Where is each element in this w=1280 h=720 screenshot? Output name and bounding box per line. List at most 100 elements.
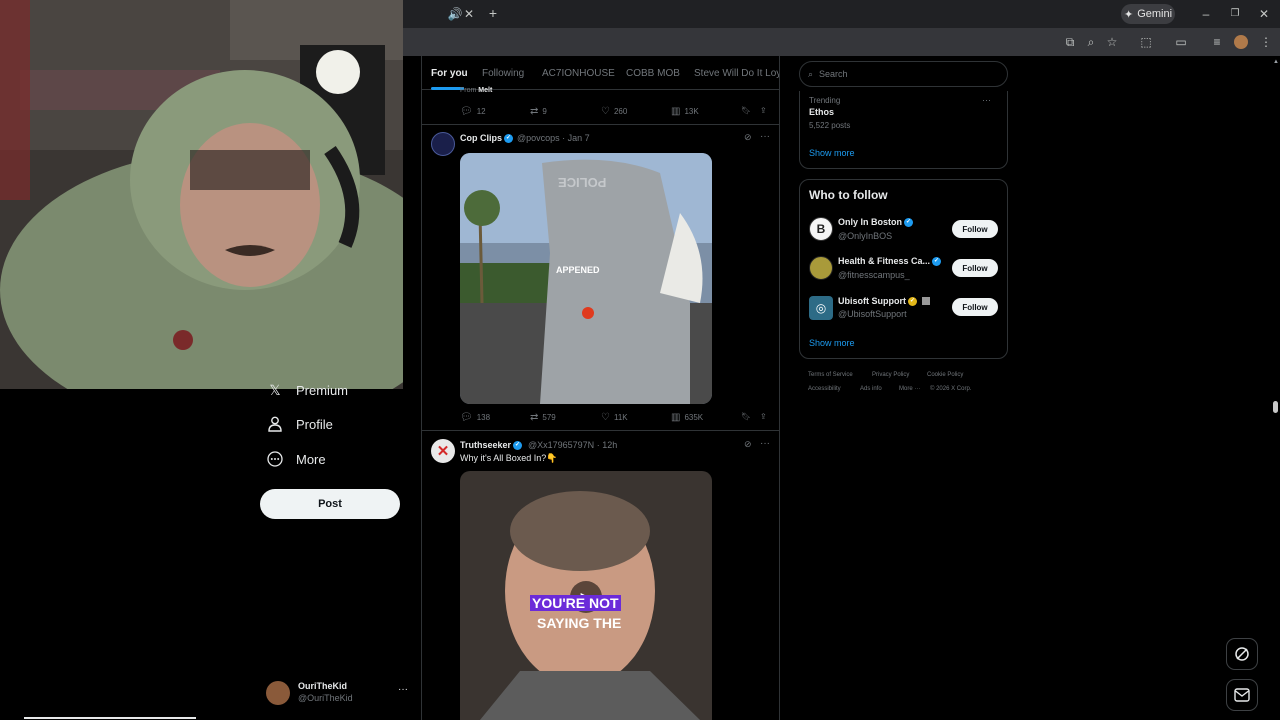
search-input[interactable] xyxy=(819,69,990,79)
more-dots-icon[interactable]: ··· xyxy=(982,95,991,105)
avatar[interactable]: ◎ xyxy=(809,296,833,320)
nav-label: Premium xyxy=(296,382,349,398)
author-name: Truthseeker xyxy=(460,440,512,450)
grok-float-button[interactable] xyxy=(1226,638,1258,670)
zoom-icon[interactable]: ⌕ xyxy=(1083,35,1099,49)
profile-avatar[interactable] xyxy=(1234,35,1248,49)
grok-icon xyxy=(1235,647,1249,661)
grok-icon[interactable]: ⊘ xyxy=(744,439,752,450)
views-stat[interactable]: ▥ 13K xyxy=(671,106,699,117)
tweet-author[interactable]: Cop Clips ✓ xyxy=(460,133,515,144)
footer-link-privacy[interactable]: Privacy Policy xyxy=(872,372,909,378)
nav-item-premium[interactable]: 𝕏 Premium xyxy=(266,381,348,399)
person-icon xyxy=(266,415,284,433)
reply-stat[interactable]: 💬︎ 12 xyxy=(460,106,486,117)
tweet-author[interactable]: Truthseeker ✓ xyxy=(460,440,524,451)
trending-label: Trending xyxy=(809,96,841,105)
reply-count: 138 xyxy=(476,413,491,422)
verified-badge-icon: ✓ xyxy=(908,297,917,307)
timeline-tabs: For you Following AC7IONHOUSE COBB MOB S… xyxy=(422,56,779,90)
install-app-icon[interactable]: ⧉ xyxy=(1062,35,1078,49)
restore-icon[interactable]: ❐ xyxy=(1227,7,1243,21)
more-circle-icon xyxy=(266,450,284,468)
new-tab-icon[interactable]: + xyxy=(485,6,501,20)
like-stat[interactable]: ♡ 11K xyxy=(601,412,628,423)
avatar[interactable] xyxy=(809,256,833,280)
show-more-link[interactable]: Show more xyxy=(809,148,855,158)
tab-steve-will-do-it[interactable]: Steve Will Do It Loyal xyxy=(694,68,779,79)
reply-icon: 💬︎ xyxy=(460,412,473,423)
video-caption-line: SAYING THE xyxy=(537,615,622,631)
browser-tab-strip: 🔊 ✕ + ✦ Gemini – ❐ ✕ xyxy=(403,0,1280,28)
split-view-icon[interactable]: ▭ xyxy=(1173,35,1189,49)
footer-link-ads-info[interactable]: Ads info xyxy=(860,386,882,392)
trending-topic[interactable]: Ethos xyxy=(809,107,834,117)
like-stat[interactable]: ♡ 260 xyxy=(601,106,627,117)
like-count: 11K xyxy=(613,413,628,422)
share-icon[interactable]: ⇪ xyxy=(760,106,767,115)
nav-item-profile[interactable]: Profile xyxy=(266,415,333,433)
search-bar[interactable]: ⌕ xyxy=(799,61,1008,87)
heart-icon: ♡ xyxy=(601,412,610,423)
page-scrollbar[interactable]: ▲ xyxy=(1271,57,1280,720)
footer-link-accessibility[interactable]: Accessibility xyxy=(808,386,841,392)
account-name[interactable]: Ubisoft Support ✓ xyxy=(838,296,930,307)
follow-button[interactable]: Follow xyxy=(952,298,998,316)
tab-cobb-mob[interactable]: COBB MOB xyxy=(626,68,680,79)
follow-button[interactable]: Follow xyxy=(952,220,998,238)
tab-ac7ionhouse[interactable]: AC7IONHOUSE xyxy=(542,68,615,79)
avatar[interactable] xyxy=(431,132,455,156)
footer-link-more[interactable]: More ··· xyxy=(899,386,920,392)
account-name-text: Health & Fitness Ca... xyxy=(838,256,931,266)
divider xyxy=(422,124,779,125)
footer-copyright: © 2026 X Corp. xyxy=(930,386,972,392)
verified-badge-icon: ✓ xyxy=(932,257,942,267)
webcam-image xyxy=(0,0,403,389)
avatar[interactable]: ✕ xyxy=(431,439,455,463)
tweet-video[interactable]: ▶ YOU'RE NOT SAYING THE xyxy=(460,471,712,720)
extensions-icon[interactable]: ⬚ xyxy=(1138,35,1154,49)
scroll-up-icon[interactable]: ▲ xyxy=(1273,59,1279,65)
more-dots-icon: ··· xyxy=(398,684,408,695)
tab-following[interactable]: Following xyxy=(482,68,524,79)
bookmark-star-icon[interactable]: ☆ xyxy=(1104,35,1120,49)
trending-panel: Trending ··· Ethos 5,522 posts Show more xyxy=(799,91,1008,169)
share-icon[interactable]: ⇪ xyxy=(760,412,767,421)
account-name[interactable]: Only In Boston ✓ xyxy=(838,217,915,228)
scroll-thumb[interactable] xyxy=(1273,401,1278,413)
gemini-button[interactable]: ✦ Gemini xyxy=(1121,4,1175,24)
account-name[interactable]: Health & Fitness Ca... ✓ xyxy=(838,256,943,267)
footer-link-cookie[interactable]: Cookie Policy xyxy=(927,372,963,378)
more-dots-icon[interactable]: ··· xyxy=(760,438,770,449)
close-icon[interactable]: ✕ xyxy=(1256,7,1272,21)
timeline: For you Following AC7IONHOUSE COBB MOB S… xyxy=(421,56,780,720)
footer-link-terms[interactable]: Terms of Service xyxy=(808,372,853,378)
repost-stat[interactable]: ⇄ 9 xyxy=(530,106,547,117)
messages-float-button[interactable] xyxy=(1226,679,1258,711)
show-more-link[interactable]: Show more xyxy=(809,338,855,348)
account-handle: @UbisoftSupport xyxy=(838,309,907,319)
media-controls-icon[interactable]: ≡ xyxy=(1209,35,1225,49)
tab-close-icon[interactable]: ✕ xyxy=(461,7,477,21)
tweet-video[interactable]: POLICE APPENED xyxy=(460,153,712,404)
heart-icon: ♡ xyxy=(601,106,610,117)
minimize-icon[interactable]: – xyxy=(1198,7,1214,21)
video-frame-image xyxy=(460,153,712,404)
views-stat[interactable]: ▥ 635K xyxy=(671,412,703,423)
menu-kebab-icon[interactable]: ⋮ xyxy=(1258,35,1274,49)
tweet-meta: @Xx17965797N · 12h xyxy=(528,440,618,450)
tab-for-you[interactable]: For you xyxy=(431,68,468,79)
grok-icon[interactable]: ⊘ xyxy=(744,132,752,143)
reply-stat[interactable]: 💬︎ 138 xyxy=(460,412,490,423)
account-switcher[interactable]: OuriTheKid @OuriTheKid ··· xyxy=(266,679,416,707)
avatar[interactable]: B xyxy=(809,217,833,241)
bookmark-icon[interactable]: 🔖︎ xyxy=(741,106,751,115)
follow-button[interactable]: Follow xyxy=(952,259,998,277)
avatar xyxy=(266,681,290,705)
bookmark-icon[interactable]: 🔖︎ xyxy=(741,412,751,421)
repost-stat[interactable]: ⇄ 579 xyxy=(530,412,556,423)
trending-count: 5,522 posts xyxy=(809,121,851,130)
post-button[interactable]: Post xyxy=(260,489,400,519)
more-dots-icon[interactable]: ··· xyxy=(760,131,770,142)
nav-item-more[interactable]: More xyxy=(266,450,326,468)
